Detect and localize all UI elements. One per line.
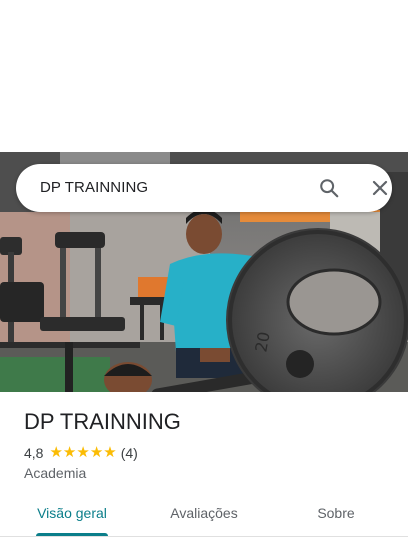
tabs-divider: [0, 536, 408, 537]
tab-reviews[interactable]: Avaliações: [154, 496, 254, 536]
search-bar[interactable]: DP TRAINNING: [16, 164, 392, 212]
close-icon[interactable]: [370, 178, 390, 198]
place-title: DP TRAINNING: [24, 409, 181, 434]
star-icon: ★: [76, 444, 90, 461]
rating-stars: ★ ★ ★ ★ ★: [49, 445, 116, 461]
search-input[interactable]: DP TRAINNING: [40, 179, 148, 196]
rating-value: 4,8: [24, 445, 44, 461]
map-blank-area: [0, 0, 408, 152]
star-icon: ★: [49, 444, 63, 461]
tab-overview[interactable]: Visão geral: [24, 496, 120, 536]
search-icon[interactable]: [318, 177, 340, 199]
star-icon: ★: [62, 444, 77, 461]
star-icon: ★: [89, 444, 104, 461]
rating-row[interactable]: 4,8 ★ ★ ★ ★ ★ (4): [24, 444, 138, 462]
star-icon: ★: [103, 444, 117, 461]
tab-about[interactable]: Sobre: [296, 496, 376, 536]
place-category: Academia: [24, 465, 87, 481]
review-count[interactable]: (4): [121, 445, 138, 461]
place-tabs: Visão geral Avaliações Sobre: [0, 496, 408, 540]
svg-text:20: 20: [251, 330, 273, 353]
